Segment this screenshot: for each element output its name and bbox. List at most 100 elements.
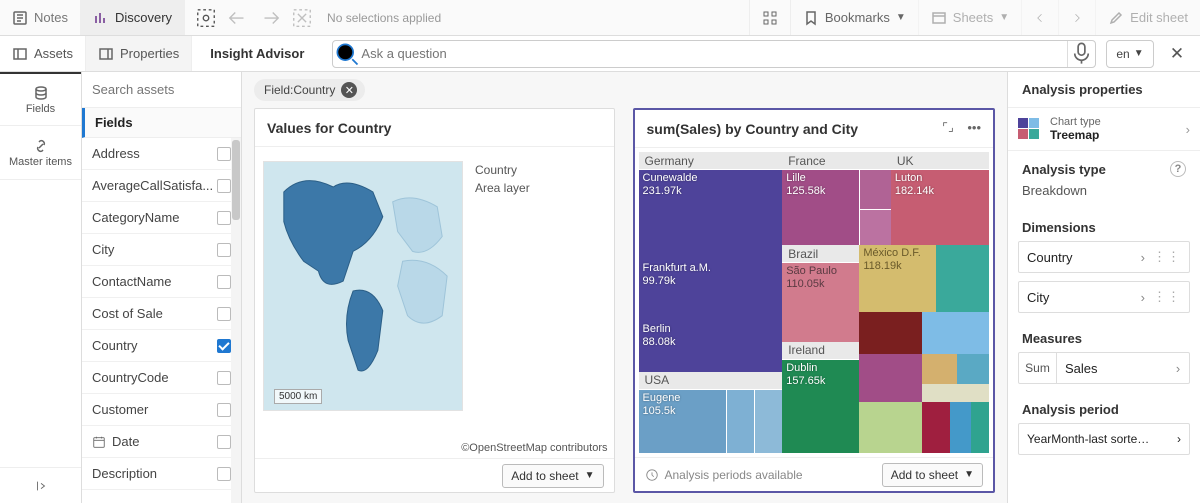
measure-sales[interactable]: Sum Sales › <box>1018 352 1190 384</box>
bookmarks-button[interactable]: Bookmarks ▼ <box>790 0 918 35</box>
rail-fields[interactable]: Fields <box>0 72 81 126</box>
treemap-cell-france-small[interactable] <box>859 170 891 209</box>
add-to-sheet-button[interactable]: Add to sheet ▼ <box>502 464 603 488</box>
treemap-visualization[interactable]: Germany Cunewalde231.97k Frankfurt a.M.9… <box>639 152 990 453</box>
treemap-cell-dublin[interactable]: Dublin157.65k <box>782 360 859 453</box>
treemap-cell-saopaulo[interactable]: São Paulo110.05k <box>782 263 859 341</box>
field-checkbox[interactable] <box>217 147 231 161</box>
next-sheet-button[interactable] <box>1058 0 1095 35</box>
treemap-cell-cunewalde[interactable]: Cunewalde231.97k <box>639 170 783 260</box>
treemap-cell-frankfurt[interactable]: Frankfurt a.M.99.79k <box>639 260 783 320</box>
treemap-cell-tan[interactable] <box>922 354 957 384</box>
assets-header[interactable]: Fields <box>82 108 241 138</box>
measure-aggregation: Sum <box>1019 353 1057 383</box>
chart-type-label: Chart type <box>1050 116 1101 128</box>
field-row-address[interactable]: Address <box>82 138 241 170</box>
treemap-cell-cream[interactable] <box>922 384 989 402</box>
help-icon[interactable]: ? <box>1170 161 1186 177</box>
field-row-costofsale[interactable]: Cost of Sale <box>82 298 241 330</box>
field-row-city[interactable]: City <box>82 234 241 266</box>
breadcrumb-row: Field:Country ✕ <box>242 72 1007 108</box>
field-checkbox[interactable] <box>217 435 231 449</box>
drag-handle-icon[interactable]: ⋮⋮ <box>1153 249 1181 265</box>
treemap-cell-teal[interactable] <box>936 245 989 311</box>
grid-view-button[interactable] <box>749 0 790 35</box>
chart-type-selector[interactable]: Chart type Treemap › <box>1008 108 1200 151</box>
drag-handle-icon[interactable]: ⋮⋮ <box>1153 289 1181 305</box>
field-checkbox[interactable] <box>217 339 231 353</box>
field-checkbox[interactable] <box>217 307 231 321</box>
treemap-cell-lille[interactable]: Lille125.58k <box>782 170 859 245</box>
scrollbar-thumb[interactable] <box>232 140 240 220</box>
dimension-label: City <box>1027 290 1049 305</box>
treemap-cell-maroon[interactable] <box>922 402 950 453</box>
treemap-cell-darkred[interactable] <box>859 312 922 354</box>
treemap-cell-luton[interactable]: Luton182.14k <box>891 170 989 245</box>
clock-icon <box>645 468 659 482</box>
add-to-sheet-button[interactable]: Add to sheet ▼ <box>882 463 983 487</box>
panel-left-icon <box>12 46 28 62</box>
field-row-date[interactable]: Date <box>82 426 241 458</box>
map-visualization[interactable]: 5000 km <box>263 161 463 411</box>
treemap-cell-purple2[interactable] <box>859 354 922 402</box>
rail-master-items[interactable]: Master items <box>0 126 81 180</box>
rail-collapse-button[interactable] <box>0 467 81 503</box>
field-checkbox[interactable] <box>217 243 231 257</box>
field-row-country[interactable]: Country <box>82 330 241 362</box>
edit-sheet-button[interactable]: Edit sheet <box>1095 0 1200 35</box>
filter-chip-country[interactable]: Field:Country ✕ <box>254 79 365 101</box>
field-checkbox[interactable] <box>217 179 231 193</box>
calendar-icon <box>92 435 106 449</box>
treemap-cell-blue3[interactable] <box>950 402 971 453</box>
treemap-cell-france-small2[interactable] <box>859 209 891 245</box>
field-checkbox[interactable] <box>217 211 231 225</box>
treemap-cell-eugene[interactable]: Eugene105.5k <box>639 390 727 453</box>
language-selector[interactable]: en ▼ <box>1106 40 1154 68</box>
treemap-cell-blue2[interactable] <box>957 354 989 384</box>
treemap-cell-teal2[interactable] <box>971 402 989 453</box>
microphone-button[interactable] <box>1067 41 1095 67</box>
assets-panel-button[interactable]: Assets <box>0 36 86 71</box>
treemap-cell-lightblue[interactable] <box>922 312 989 354</box>
field-row-contactname[interactable]: ContactName <box>82 266 241 298</box>
fullscreen-button[interactable] <box>941 120 955 137</box>
field-row-categoryname[interactable]: CategoryName <box>82 202 241 234</box>
sheets-button[interactable]: Sheets ▼ <box>918 0 1021 35</box>
field-row-avgcallsatisfa[interactable]: AverageCallSatisfa... <box>82 170 241 202</box>
add-button-label: Add to sheet <box>891 468 958 482</box>
treemap-country-brazil: Brazil <box>782 245 859 263</box>
filter-chip-remove[interactable]: ✕ <box>341 82 357 98</box>
analysis-periods-info[interactable]: Analysis periods available <box>645 468 803 482</box>
dimension-city[interactable]: City › ⋮⋮ <box>1018 281 1190 313</box>
field-checkbox[interactable] <box>217 467 231 481</box>
treemap-cell-usa-small[interactable] <box>726 390 754 453</box>
properties-panel-button[interactable]: Properties <box>86 36 192 71</box>
chevron-down-icon: ▼ <box>896 12 906 23</box>
treemap-cell-usa-small2[interactable] <box>754 390 782 453</box>
field-row-countrycode[interactable]: CountryCode <box>82 362 241 394</box>
chevron-right-icon: › <box>1141 250 1145 265</box>
smart-search-button[interactable] <box>195 7 217 29</box>
field-row-description[interactable]: Description <box>82 458 241 490</box>
discovery-tab[interactable]: Discovery <box>81 0 185 35</box>
close-advisor-button[interactable]: ✕ <box>1162 44 1192 64</box>
dimension-country[interactable]: Country › ⋮⋮ <box>1018 241 1190 273</box>
treemap-cell-berlin[interactable]: Berlin88.08k <box>639 321 783 372</box>
period-selector[interactable]: YearMonth-last sorte… › <box>1018 423 1190 455</box>
treemap-country-france: France <box>782 152 891 170</box>
bookmarks-label: Bookmarks <box>825 10 890 25</box>
treemap-cell-mexico[interactable]: México D.F.118.19k <box>859 245 936 311</box>
prev-sheet-button[interactable] <box>1021 0 1058 35</box>
field-checkbox[interactable] <box>217 275 231 289</box>
field-checkbox[interactable] <box>217 403 231 417</box>
notes-tab[interactable]: Notes <box>0 0 81 35</box>
card-map: Values for Country 5000 km <box>254 108 615 493</box>
field-checkbox[interactable] <box>217 371 231 385</box>
ask-question-input[interactable] <box>361 46 1067 61</box>
assets-scrollbar[interactable] <box>231 138 241 503</box>
map-scale: 5000 km <box>274 389 322 404</box>
field-row-customer[interactable]: Customer <box>82 394 241 426</box>
assets-search-input[interactable] <box>92 82 231 97</box>
more-options-button[interactable]: ••• <box>967 120 981 137</box>
treemap-cell-green2[interactable] <box>859 402 922 453</box>
